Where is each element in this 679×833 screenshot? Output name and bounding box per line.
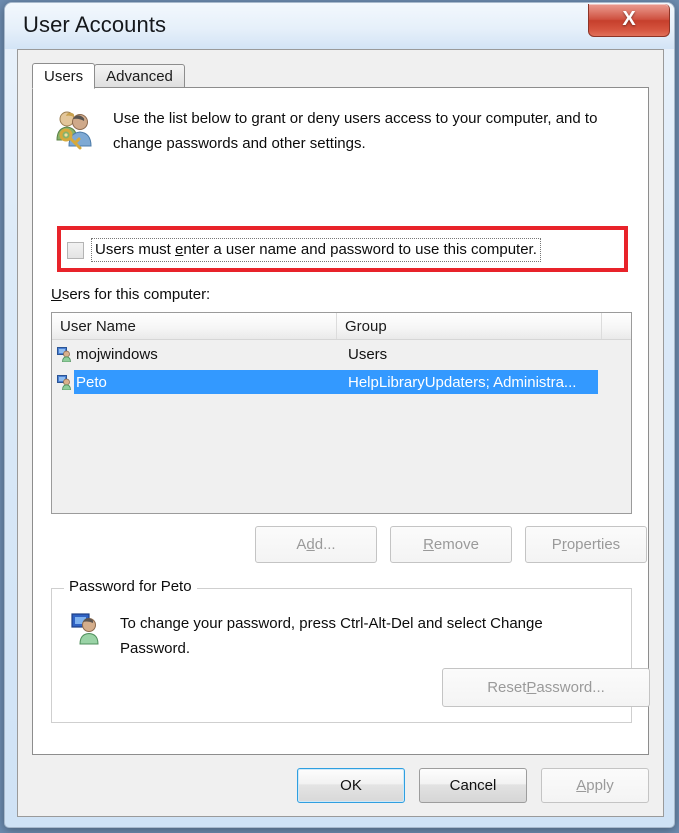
window-title: User Accounts bbox=[23, 12, 167, 37]
checkbox-label-part2: nter a user name and password to use thi… bbox=[183, 241, 537, 258]
add-button-label-part2: d... bbox=[314, 536, 336, 553]
tab-strip: Users Advanced bbox=[32, 62, 185, 89]
users-with-key-icon bbox=[51, 106, 97, 152]
apply-button-label-part2: pply bbox=[586, 776, 614, 794]
remove-button[interactable]: Remove bbox=[390, 526, 512, 563]
ok-button-label: OK bbox=[340, 776, 362, 794]
user-list-header: User Name Group bbox=[52, 313, 631, 340]
require-password-checkbox[interactable] bbox=[67, 241, 84, 259]
table-row[interactable]: Peto HelpLibraryUpdaters; Administra... bbox=[52, 368, 631, 396]
ok-button[interactable]: OK bbox=[297, 767, 405, 803]
column-header-user-name[interactable]: User Name bbox=[52, 313, 337, 339]
user-list-caption-rest: sers for this computer: bbox=[61, 286, 211, 303]
column-header-group[interactable]: Group bbox=[337, 313, 602, 339]
properties-button-label-part1: P bbox=[551, 536, 562, 553]
add-button[interactable]: Ad d... bbox=[255, 526, 377, 563]
password-group-content: To change your password, press Ctrl-Alt-… bbox=[70, 611, 615, 661]
reset-button-label-part1: Reset bbox=[487, 679, 527, 696]
list-action-buttons: Ad d... Remove Pr operties bbox=[255, 526, 647, 563]
cell-user-name: Peto bbox=[76, 373, 107, 391]
cell-group: Users bbox=[348, 345, 388, 363]
add-button-label-part1: A bbox=[296, 536, 307, 553]
title-bar: User Accounts X bbox=[5, 3, 674, 49]
password-group-text: To change your password, press Ctrl-Alt-… bbox=[120, 615, 543, 657]
intro-row: Use the list below to grant or deny user… bbox=[51, 106, 636, 156]
user-list-caption-accel: U bbox=[51, 286, 62, 303]
user-accounts-window: User Accounts X Users Advanced Use the l… bbox=[4, 2, 675, 828]
cancel-button[interactable]: Cancel bbox=[419, 767, 527, 803]
dialog-footer: OK Cancel Apply bbox=[18, 754, 663, 816]
properties-button-label-part2: operties bbox=[566, 536, 621, 553]
intro-text: Use the list below to grant or deny user… bbox=[113, 110, 598, 152]
user-list[interactable]: User Name Group mojwindows Users Peto He… bbox=[51, 312, 632, 514]
password-group-box: Password for Peto To change your passwor… bbox=[51, 578, 650, 723]
tab-advanced-label: Advanced bbox=[106, 67, 173, 85]
column-header-extra[interactable] bbox=[602, 313, 631, 339]
close-button[interactable]: X bbox=[588, 4, 670, 37]
reset-password-button[interactable]: Reset Password... bbox=[442, 668, 650, 707]
apply-button-accel: A bbox=[576, 776, 587, 794]
single-user-icon bbox=[70, 611, 104, 645]
remove-button-accel: R bbox=[423, 536, 434, 553]
checkbox-label-part1: Users must bbox=[95, 241, 176, 258]
row-content[interactable]: mojwindows Users bbox=[74, 342, 598, 366]
cell-group: HelpLibraryUpdaters; Administra... bbox=[348, 373, 577, 391]
tab-users[interactable]: Users bbox=[32, 63, 96, 89]
user-account-icon bbox=[52, 346, 74, 362]
require-password-checkbox-row[interactable]: Users must enter a user name and passwor… bbox=[67, 238, 541, 262]
close-x-icon: X bbox=[622, 8, 636, 30]
remove-button-label-part2: emove bbox=[433, 536, 479, 553]
dialog-body: Users Advanced Use the list below to gra… bbox=[17, 49, 664, 817]
tab-advanced[interactable]: Advanced bbox=[94, 64, 185, 88]
cell-user-name: mojwindows bbox=[76, 345, 158, 363]
row-content[interactable]: Peto HelpLibraryUpdaters; Administra... bbox=[74, 370, 598, 394]
cancel-button-label: Cancel bbox=[449, 776, 497, 794]
password-group-legend: Password for Peto bbox=[64, 578, 197, 595]
tab-users-label: Users bbox=[44, 67, 84, 85]
apply-button[interactable]: Apply bbox=[541, 767, 649, 803]
table-row[interactable]: mojwindows Users bbox=[52, 340, 631, 368]
reset-button-accel: P bbox=[526, 679, 537, 696]
user-account-icon bbox=[52, 374, 74, 390]
add-button-accel: d bbox=[306, 536, 315, 553]
user-list-caption: Users for this computer: bbox=[51, 286, 210, 303]
require-password-checkbox-label[interactable]: Users must enter a user name and passwor… bbox=[91, 238, 541, 262]
users-tab-panel: Use the list below to grant or deny user… bbox=[32, 87, 650, 755]
reset-button-label-part2: assword... bbox=[536, 679, 605, 696]
properties-button[interactable]: Pr operties bbox=[525, 526, 647, 563]
